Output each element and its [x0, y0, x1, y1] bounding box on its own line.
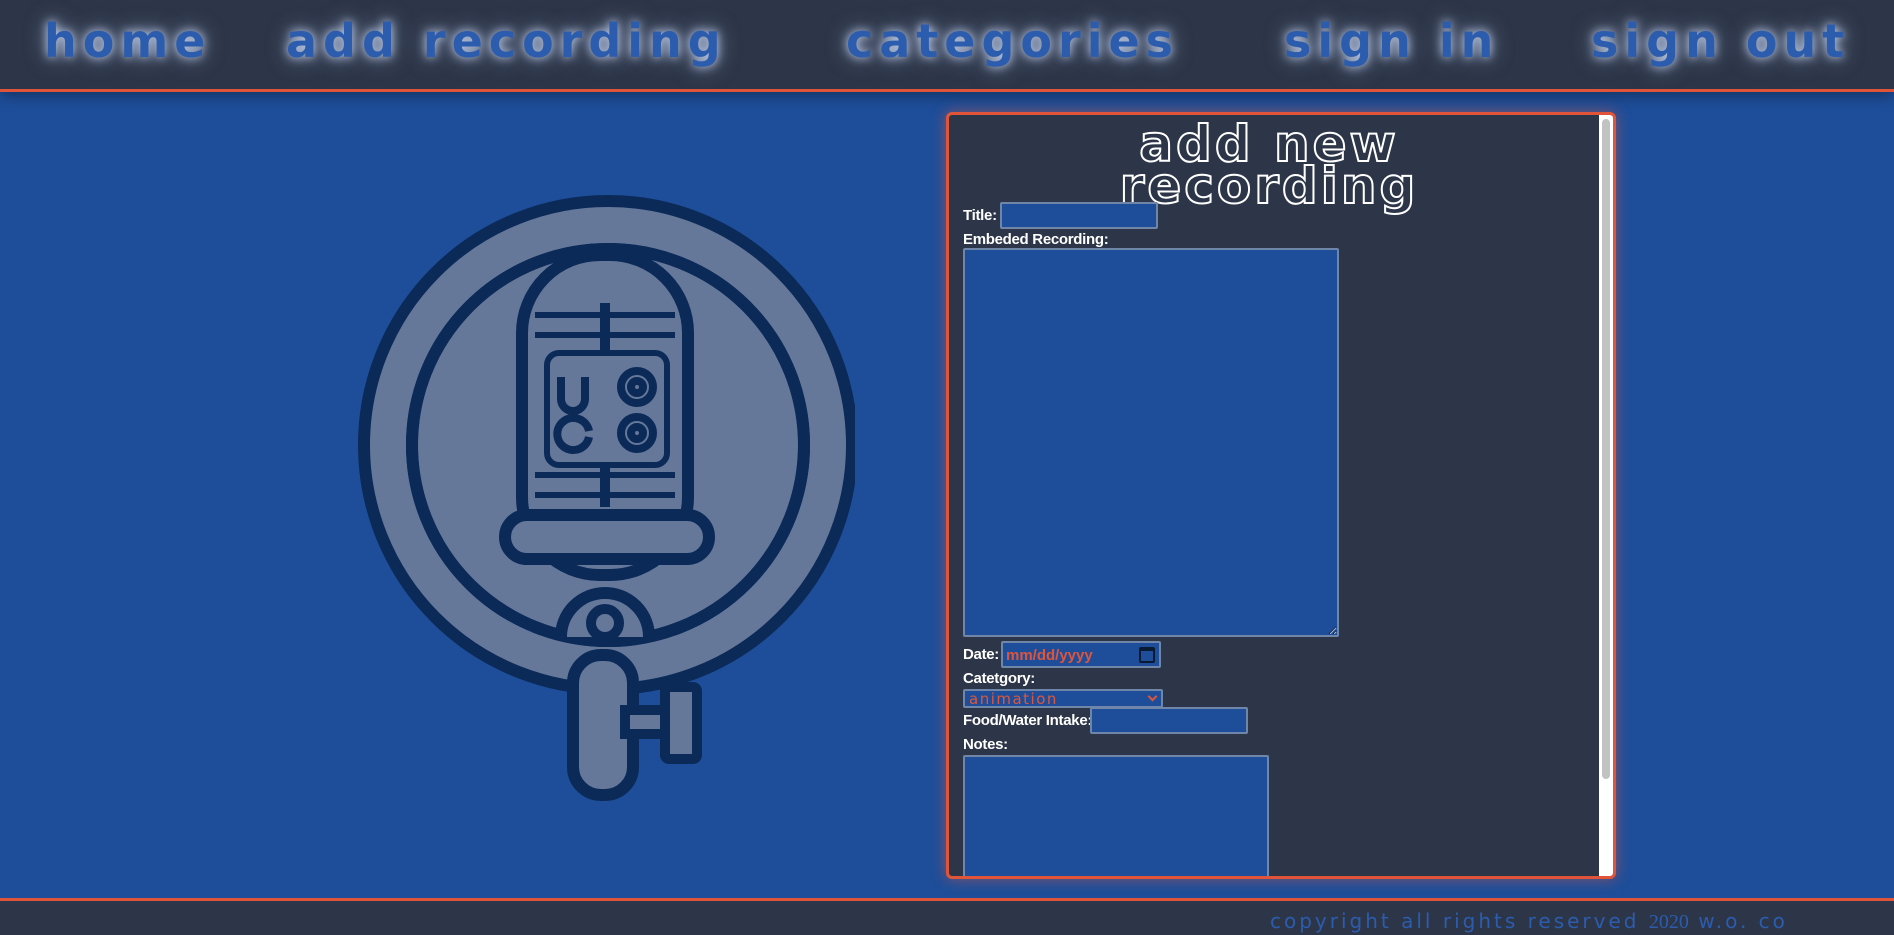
category-label: Catetgory:: [963, 670, 1036, 687]
embed-label: Embeded Recording:: [963, 231, 1109, 248]
copyright-year: 2020: [1648, 911, 1689, 933]
microphone-logo-icon: [358, 195, 858, 801]
copyright-text: Copyright All Rights Reserved 2020 W.O. …: [1270, 909, 1788, 934]
title-input[interactable]: [1000, 202, 1158, 229]
calendar-icon[interactable]: [1139, 647, 1155, 663]
chevron-down-icon: [1147, 691, 1158, 702]
date-placeholder: mm/dd/yyyy: [1006, 647, 1093, 664]
copyright-author: W.O. CO: [1698, 909, 1788, 933]
notes-label: Notes:: [963, 736, 1008, 753]
nav-categories[interactable]: Categories: [846, 14, 1179, 68]
panel-scrollbar[interactable]: [1599, 115, 1613, 876]
title-label: Title:: [963, 207, 997, 224]
date-input[interactable]: mm/dd/yyyy: [1001, 641, 1161, 668]
nav-home[interactable]: Home: [44, 14, 211, 68]
form-title-line2: Recording: [1119, 157, 1419, 215]
panel-scrollbar-thumb[interactable]: [1602, 119, 1610, 779]
logo: [355, 195, 858, 805]
copyright-label: Copyright All Rights Reserved: [1270, 909, 1640, 933]
add-recording-panel: Add New Recording Title: Embeded Recordi…: [946, 112, 1616, 879]
nav-sign-out[interactable]: Sign Out: [1591, 14, 1850, 68]
food-water-intake-input[interactable]: [1090, 707, 1248, 734]
nav-sign-in[interactable]: Sign In: [1284, 14, 1499, 68]
form-title: Add New Recording: [949, 118, 1589, 215]
nav-add-recording[interactable]: Add Recording: [286, 14, 727, 68]
notes-textarea[interactable]: [963, 755, 1269, 876]
embed-recording-textarea[interactable]: [963, 248, 1339, 637]
top-nav: Home Add Recording Categories Sign In Si…: [0, 0, 1894, 92]
category-select[interactable]: Animation: [963, 689, 1163, 708]
footer: Copyright All Rights Reserved 2020 W.O. …: [0, 898, 1894, 935]
intake-label: Food/Water Intake:: [963, 712, 1093, 729]
category-selected-value: Animation: [969, 690, 1058, 708]
date-label: Date:: [963, 646, 1000, 663]
